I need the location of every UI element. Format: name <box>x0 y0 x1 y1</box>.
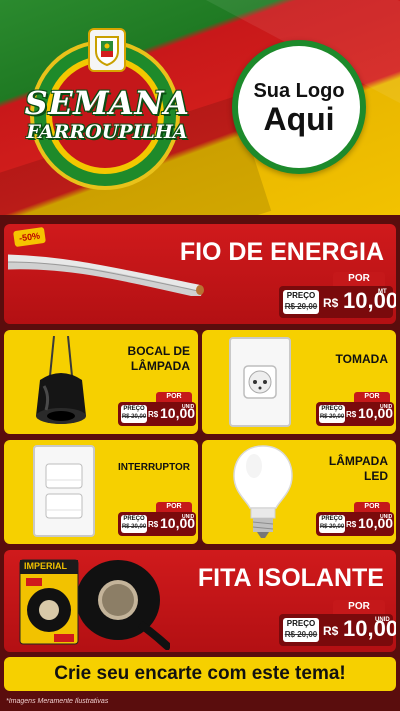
old-price-value: R$ 20,00 <box>121 414 147 420</box>
tape-brand-label: IMPERIAL <box>24 561 68 571</box>
price-tag: POR PREÇO R$ 20,00 R$ 10,00 UNID <box>118 502 196 538</box>
cta-banner: Crie seu encarte com este tema! <box>4 657 396 691</box>
price-por-label: POR <box>333 272 385 286</box>
emblem-subtitle: FARROUPILHA <box>26 121 188 143</box>
old-price-label: PREÇO <box>286 291 316 300</box>
logo-text-line1: Sua Logo <box>253 79 345 102</box>
product-title-line1: LÂMPADA <box>328 454 388 468</box>
logo-text-line2: Aqui <box>263 100 335 137</box>
old-price-label: PREÇO <box>123 516 145 522</box>
product-card-bocal: BOCAL DE LÂMPADA POR PREÇO R$ 20,00 R$ 1… <box>4 330 198 434</box>
emblem-title: SEMANA <box>24 84 190 122</box>
old-price-label: PREÇO <box>321 516 343 522</box>
price-por-label: POR <box>156 502 192 512</box>
discount-badge: -50% <box>13 226 46 248</box>
currency-symbol: R$ <box>148 520 159 529</box>
old-price-value: R$ 20,00 <box>284 630 318 639</box>
price-unit: MT <box>378 289 387 295</box>
price-por-label: POR <box>354 392 390 402</box>
old-price: PREÇO R$ 20,00 <box>121 405 147 423</box>
product-card-interruptor: INTERRUPTOR POR PREÇO R$ 20,00 R$ 10,00 … <box>4 440 198 544</box>
product-title-line1: BOCAL DE <box>127 344 190 358</box>
currency-symbol: R$ <box>346 410 357 419</box>
wire-image <box>4 246 208 298</box>
product-title: INTERRUPTOR <box>117 462 190 473</box>
price-por-label: POR <box>354 502 390 512</box>
price-tag: POR PREÇO R$ 20,00 R$ 10,00 MT <box>279 272 396 320</box>
price-tag: POR PREÇO R$ 20,00 R$ 10,00 UNID <box>316 392 394 428</box>
price-unit: UNID <box>380 404 393 410</box>
product-title: FIO DE ENERGIA <box>179 238 384 266</box>
price-unit: UNID <box>375 617 390 623</box>
product-card-fita: IMPERIAL FITA ISOLANTE POR PREÇO R$ 20,0… <box>4 550 396 652</box>
old-price-value: R$ 20,00 <box>319 414 345 420</box>
header: SEMANA FARROUPILHA Sua Logo Aqui <box>0 0 400 215</box>
currency-symbol: R$ <box>148 410 159 419</box>
old-price: PREÇO R$ 20,00 <box>283 618 319 642</box>
product-title-line2: LED <box>364 469 388 483</box>
product-card-fio: -50% FIO DE ENERGIA POR PREÇO R$ 20,00 R… <box>4 224 396 324</box>
outlet-image <box>228 336 292 428</box>
light-switch-image <box>32 444 96 538</box>
price-unit: UNID <box>182 404 195 410</box>
product-card-lampada: LÂMPADA LED POR PREÇO R$ 20,00 R$ 10,00 … <box>202 440 396 544</box>
old-price: PREÇO R$ 20,00 <box>319 515 345 533</box>
lamp-socket-image <box>26 335 96 432</box>
product-title-line2: LÂMPADA <box>130 359 190 373</box>
price-tag: POR PREÇO R$ 20,00 R$ 10,00 UNID <box>279 600 396 648</box>
old-price-label: PREÇO <box>286 619 316 628</box>
old-price: PREÇO R$ 20,00 <box>283 290 319 314</box>
product-title: TOMADA <box>335 352 388 366</box>
semana-farroupilha-emblem: SEMANA FARROUPILHA <box>22 28 192 193</box>
coat-of-arms-icon <box>88 28 126 72</box>
product-card-tomada: TOMADA POR PREÇO R$ 20,00 R$ 10,00 UNID <box>202 330 396 434</box>
old-price-value: R$ 20,00 <box>284 302 318 311</box>
product-title: LÂMPADA LED <box>308 454 388 484</box>
price-value: 10,00 <box>343 288 396 313</box>
price-tag: POR PREÇO R$ 20,00 R$ 10,00 UNID <box>316 502 394 538</box>
old-price-value: R$ 20,00 <box>121 524 147 530</box>
old-price-label: PREÇO <box>123 406 145 412</box>
price-por-label: POR <box>333 600 385 614</box>
product-title: BOCAL DE LÂMPADA <box>100 344 190 374</box>
price-tag: POR PREÇO R$ 20,00 R$ 10,00 UNID <box>118 392 196 428</box>
insulating-tape-image: IMPERIAL <box>10 554 173 652</box>
currency-symbol: R$ <box>346 520 357 529</box>
old-price-label: PREÇO <box>321 406 343 412</box>
price-unit: UNID <box>182 514 195 520</box>
product-title: FITA ISOLANTE <box>197 564 384 592</box>
price-unit: UNID <box>380 514 393 520</box>
footnote: *Imagens Meramente Ilustrativas <box>6 698 109 705</box>
price-por-label: POR <box>156 392 192 402</box>
led-bulb-image <box>232 444 294 540</box>
old-price: PREÇO R$ 20,00 <box>319 405 345 423</box>
old-price-value: R$ 20,00 <box>319 524 345 530</box>
old-price: PREÇO R$ 20,00 <box>121 515 147 533</box>
logo-placeholder: Sua Logo Aqui <box>232 40 366 174</box>
currency-symbol: R$ <box>323 624 339 638</box>
currency-symbol: R$ <box>323 296 339 310</box>
